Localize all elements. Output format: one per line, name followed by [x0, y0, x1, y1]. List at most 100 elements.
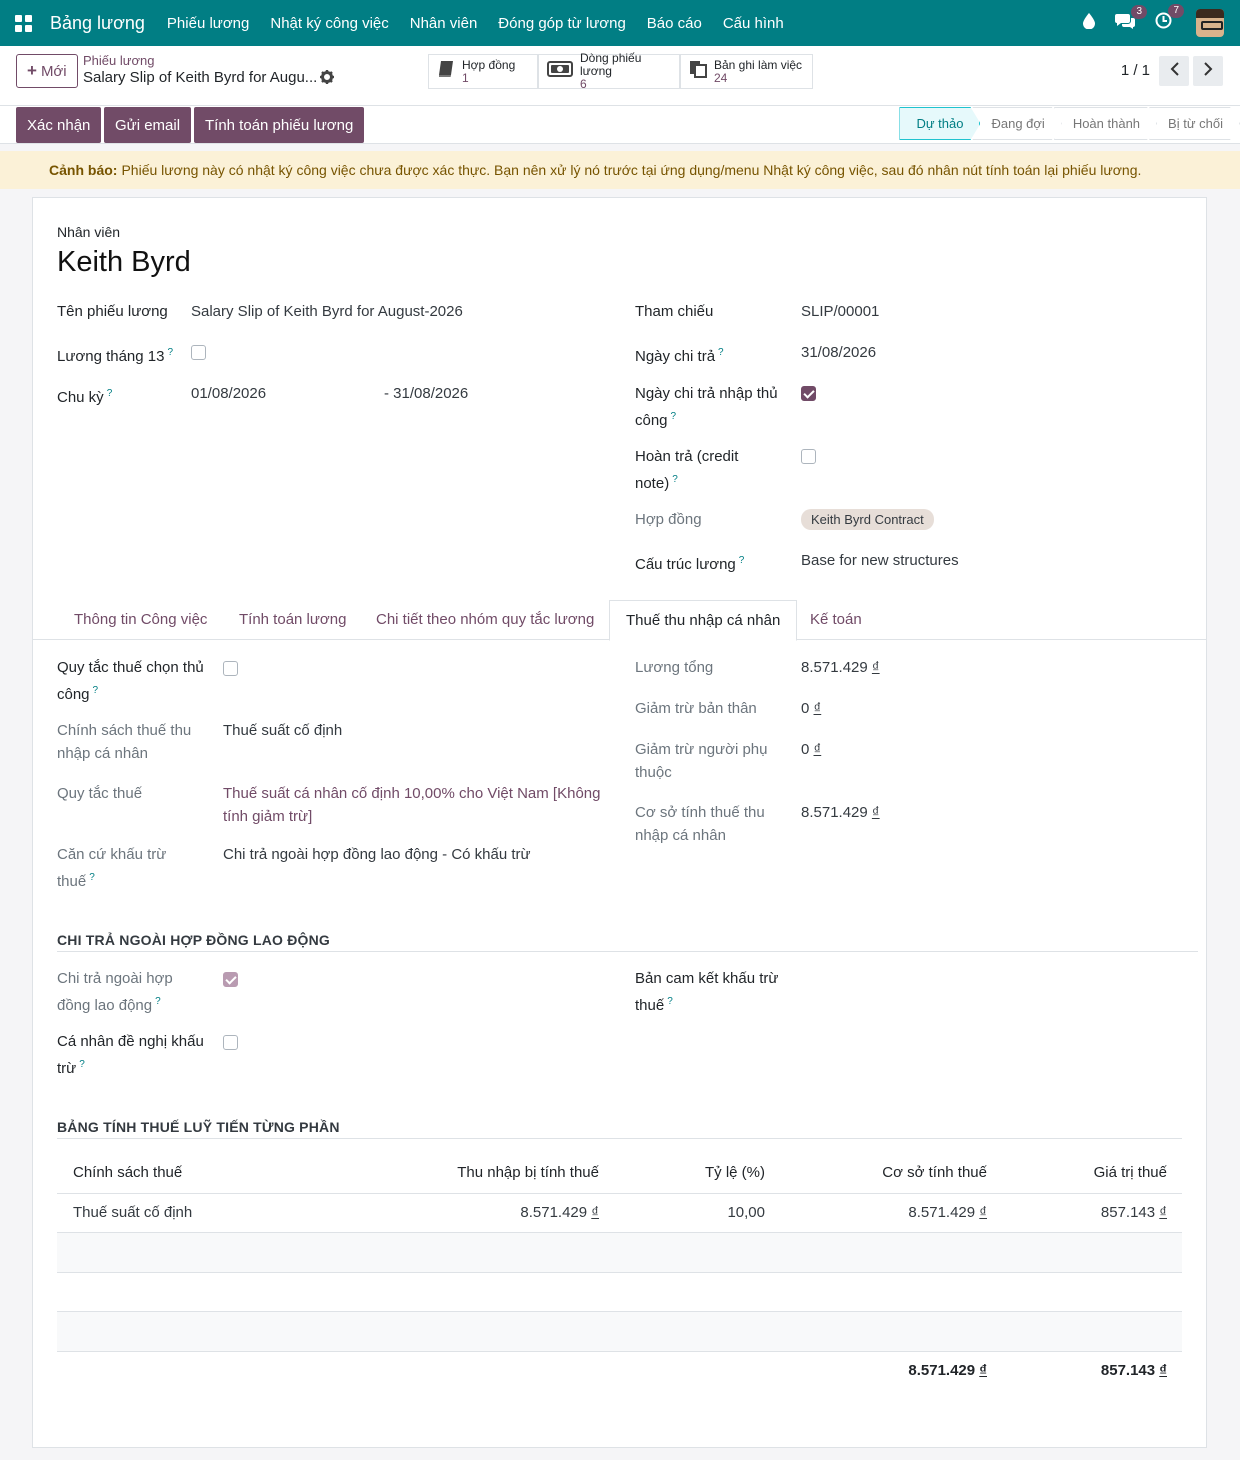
- dependent-deduction-label-line2: thuộc: [635, 764, 672, 781]
- refund-label-line2: note): [635, 475, 670, 492]
- tab-accounting[interactable]: Kế toán: [810, 600, 862, 640]
- help-icon[interactable]: ?: [107, 388, 113, 399]
- menu-configuration[interactable]: Cấu hình: [723, 15, 784, 32]
- reference-field[interactable]: SLIP/00001: [801, 300, 879, 323]
- period-from-field[interactable]: 01/08/2026: [191, 382, 266, 405]
- slip-name-field[interactable]: Salary Slip of Keith Byrd for August-202…: [191, 300, 463, 323]
- pager-previous-button[interactable]: [1159, 56, 1189, 86]
- pager-value[interactable]: 1 / 1: [1121, 62, 1150, 79]
- tab-rule-category-details[interactable]: Chi tiết theo nhóm quy tắc lương: [376, 600, 594, 640]
- messages-icon[interactable]: 3: [1115, 4, 1147, 34]
- stage-rejected[interactable]: Bị từ chối: [1149, 107, 1240, 140]
- help-icon[interactable]: ?: [672, 474, 678, 485]
- help-icon[interactable]: ?: [167, 347, 173, 358]
- send-email-button[interactable]: Gửi email: [104, 107, 192, 143]
- menu-payslips[interactable]: Phiếu lương: [167, 15, 249, 32]
- confirm-button[interactable]: Xác nhận: [16, 107, 102, 143]
- section-divider: [57, 951, 1198, 952]
- help-icon[interactable]: ?: [93, 685, 99, 696]
- thirteenth-month-label-text: Lương tháng 13: [57, 348, 165, 365]
- drop-icon[interactable]: [1083, 12, 1095, 34]
- manual-tax-rule-label-line1: Quy tắc thuế chọn thủ: [57, 659, 204, 676]
- tax-base-label-line2: nhập cá nhân: [635, 827, 726, 844]
- self-deduction-label: Giảm trừ bản thân: [635, 700, 757, 717]
- help-icon[interactable]: ?: [739, 555, 745, 566]
- tab-salary-computation[interactable]: Tính toán lương: [239, 600, 346, 640]
- manual-tax-rule-checkbox[interactable]: [223, 661, 238, 676]
- tax-rule-link[interactable]: Thuế suất cá nhân cố định 10,00% cho Việ…: [223, 782, 600, 828]
- tax-commitment-label-line1: Bản cam kết khấu trừ: [635, 970, 779, 987]
- thirteenth-month-checkbox[interactable]: [191, 345, 206, 360]
- self-deduction-value: 0 ₫: [801, 697, 821, 720]
- warning-alert: Cảnh báo: Phiếu lương này có nhật ký côn…: [0, 151, 1240, 189]
- period-label-text: Chu kỳ: [57, 389, 104, 406]
- outside-contract-label: Chi trả ngoài hợp đồng lao động?: [57, 967, 173, 1017]
- help-icon[interactable]: ?: [671, 411, 677, 422]
- dependent-deduction-amount: 0: [801, 741, 810, 758]
- request-deduction-checkbox[interactable]: [223, 1035, 238, 1050]
- table-row[interactable]: Thuế suất cố định 8.571.429 ₫ 10,00 8.57…: [57, 1194, 1182, 1232]
- menu-work-entries[interactable]: Nhật ký công việc: [270, 15, 388, 32]
- empty-row: [57, 1233, 1182, 1272]
- gear-icon[interactable]: [320, 70, 334, 88]
- outside-contract-checkbox: [223, 972, 238, 987]
- help-icon[interactable]: ?: [155, 996, 161, 1007]
- col-header-tax-base[interactable]: Cơ sở tính thuế: [787, 1164, 987, 1181]
- tax-policy-label: Chính sách thuế thu nhập cá nhân: [57, 719, 191, 765]
- stage-waiting[interactable]: Đang đợi: [972, 107, 1061, 140]
- help-icon[interactable]: ?: [89, 872, 95, 883]
- row-tax-base-amount: 8.571.429: [908, 1204, 976, 1221]
- menu-reports[interactable]: Báo cáo: [647, 15, 702, 32]
- pay-date-field[interactable]: 31/08/2026: [801, 341, 876, 364]
- user-avatar[interactable]: [1196, 9, 1224, 37]
- stage-done[interactable]: Hoàn thành: [1054, 107, 1157, 140]
- manual-tax-rule-label: Quy tắc thuế chọn thủ công?: [57, 656, 204, 706]
- breadcrumb-parent-link[interactable]: Phiếu lương: [83, 53, 317, 68]
- help-icon[interactable]: ?: [79, 1059, 85, 1070]
- manual-pay-date-checkbox[interactable]: [801, 386, 816, 401]
- row-taxable-income: 8.571.429 ₫: [399, 1204, 599, 1221]
- menu-contributions[interactable]: Đóng góp từ lương: [498, 15, 626, 32]
- refund-label: Hoàn trả (credit note)?: [635, 445, 738, 495]
- smart-entries-label: Bản ghi làm việc: [714, 57, 803, 72]
- outside-section-title: CHI TRẢ NGOÀI HỢP ĐỒNG LAO ĐỘNG: [57, 932, 330, 948]
- col-header-tax-value[interactable]: Giá trị thuế: [967, 1164, 1167, 1181]
- activities-clock-icon[interactable]: 7: [1155, 4, 1184, 34]
- employee-name[interactable]: Keith Byrd: [57, 246, 191, 279]
- self-deduction-amount: 0: [801, 700, 810, 717]
- col-header-policy[interactable]: Chính sách thuế: [73, 1164, 182, 1181]
- tax-base-label: Cơ sở tính thuế thu nhập cá nhân: [635, 801, 765, 847]
- total-tax-value: 857.143 ₫: [967, 1362, 1167, 1379]
- compute-payslip-button[interactable]: Tính toán phiếu lương: [194, 107, 365, 143]
- tab-personal-income-tax[interactable]: Thuế thu nhập cá nhân: [609, 600, 798, 641]
- menu-employees[interactable]: Nhân viên: [410, 15, 478, 32]
- structure-field[interactable]: Base for new structures: [801, 549, 959, 572]
- help-icon[interactable]: ?: [718, 347, 724, 358]
- help-icon[interactable]: ?: [667, 996, 673, 1007]
- smart-button-contracts[interactable]: Hợp đồng 1: [428, 54, 538, 89]
- employee-label: Nhân viên: [57, 224, 121, 240]
- manual-pay-date-label-line2: công: [635, 412, 668, 429]
- refund-checkbox[interactable]: [801, 449, 816, 464]
- request-deduction-label-line2: trừ: [57, 1060, 77, 1077]
- col-header-taxable-income[interactable]: Thu nhập bị tính thuế: [399, 1164, 599, 1181]
- tax-rule-line1: Thuế suất cá nhân cố định 10,00% cho Việ…: [223, 785, 601, 802]
- reference-label: Tham chiếu: [635, 303, 714, 320]
- new-button[interactable]: + Mới: [16, 54, 78, 88]
- pager-next-button[interactable]: [1193, 56, 1223, 86]
- stage-draft[interactable]: Dự thảo: [899, 107, 980, 140]
- app-brand[interactable]: Bảng lương: [50, 13, 145, 34]
- tab-work-info[interactable]: Thông tin Công việc: [74, 600, 207, 640]
- apps-menu-icon[interactable]: [0, 0, 46, 46]
- currency-symbol: ₫: [591, 1204, 599, 1221]
- structure-label-text: Cấu trúc lương: [635, 556, 736, 573]
- form-sheet: Nhân viên Keith Byrd Tên phiếu lương Sal…: [32, 197, 1207, 1448]
- col-header-rate[interactable]: Tỷ lệ (%): [615, 1164, 765, 1181]
- period-to-field[interactable]: - 31/08/2026: [384, 382, 468, 405]
- row-rate: 10,00: [727, 1204, 765, 1221]
- tax-basis-label: Căn cứ khấu trừ thuế?: [57, 843, 166, 893]
- contract-tag[interactable]: Keith Byrd Contract: [801, 509, 934, 530]
- smart-button-payslip-lines[interactable]: Dòng phiếu lương 6: [538, 52, 680, 91]
- smart-button-work-entries[interactable]: Bản ghi làm việc 24: [680, 54, 813, 89]
- control-panel: + Mới Phiếu lương Salary Slip of Keith B…: [0, 46, 1240, 106]
